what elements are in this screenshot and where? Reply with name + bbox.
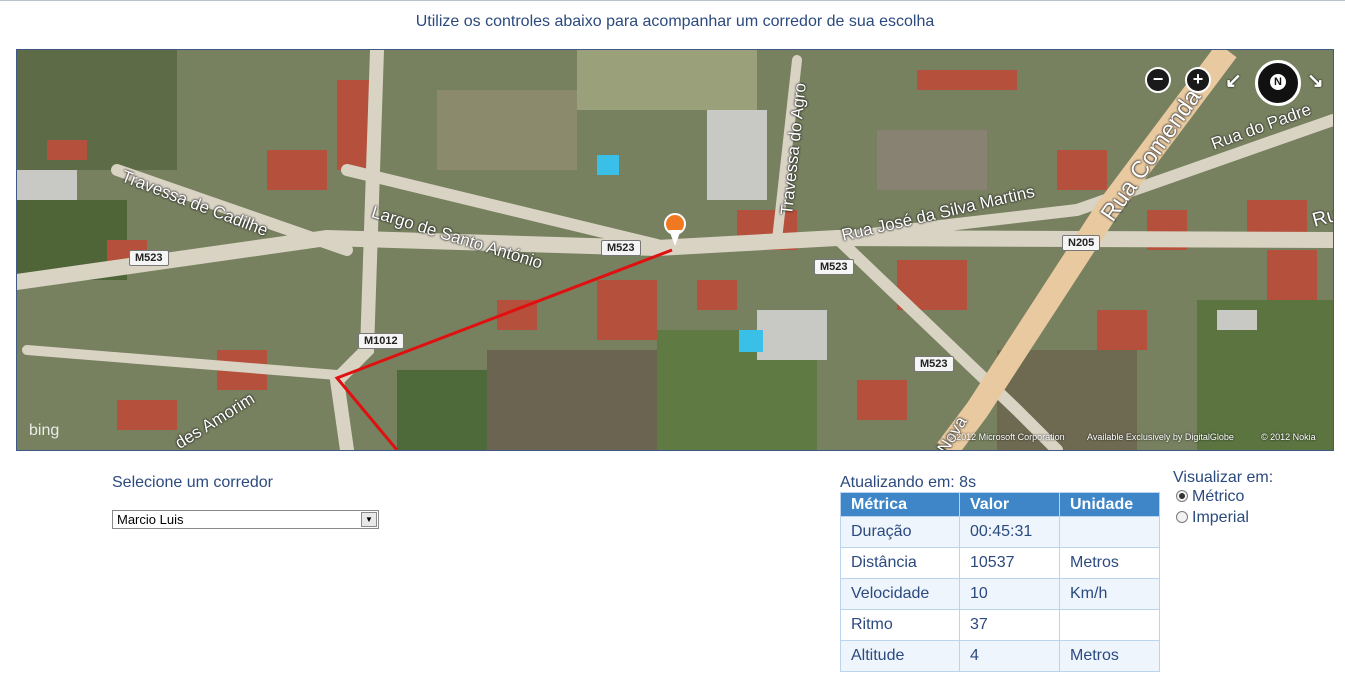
- units-option-imperial[interactable]: Imperial: [1176, 509, 1249, 527]
- units-option-label: Métrico: [1192, 488, 1245, 505]
- road-shield: M1012: [358, 333, 404, 349]
- rotate-right-icon[interactable]: ↘: [1307, 68, 1324, 93]
- view-units-label: Visualizar em:: [1173, 469, 1274, 486]
- metric-value: 10: [959, 578, 1060, 610]
- copyright-text: © 2012 Nokia: [1261, 432, 1316, 442]
- zoom-out-button[interactable]: −: [1145, 67, 1171, 93]
- metric-unit: [1059, 609, 1160, 641]
- metrics-header-row: Métrica Valor Unidade: [840, 492, 1160, 517]
- metric-unit: Km/h: [1059, 578, 1160, 610]
- metric-name: Distância: [840, 547, 960, 579]
- map-view[interactable]: Travessa de Cadilhe Largo de Santo Antón…: [16, 49, 1334, 451]
- road-shield: N205: [1062, 235, 1101, 251]
- radio-selected-icon[interactable]: [1176, 489, 1188, 502]
- table-row: Distância 10537 Metros: [840, 547, 1160, 579]
- metric-unit: Metros: [1059, 547, 1160, 579]
- road-shield: M523: [814, 259, 854, 275]
- top-border: [0, 0, 1345, 1]
- metric-name: Ritmo: [840, 609, 960, 641]
- metric-unit: Metros: [1059, 640, 1160, 672]
- update-countdown: Atualizando em: 8s: [840, 474, 977, 491]
- runner-select[interactable]: Marcio Luis ▼: [112, 510, 379, 529]
- table-row: Velocidade 10 Km/h: [840, 578, 1160, 610]
- copyright-text: Available Exclusively by DigitalGlobe: [1087, 432, 1234, 442]
- road-shield: M523: [914, 356, 954, 372]
- metric-unit: [1059, 516, 1160, 548]
- table-row: Ritmo 37: [840, 609, 1160, 641]
- table-row: Altitude 4 Metros: [840, 640, 1160, 672]
- radio-unselected-icon[interactable]: [1176, 510, 1188, 523]
- units-option-label: Imperial: [1192, 509, 1249, 526]
- units-option-metric[interactable]: Métrico: [1176, 488, 1244, 506]
- metric-name: Duração: [840, 516, 960, 548]
- compass-north-icon: N: [1270, 74, 1286, 90]
- road-shield: M523: [129, 250, 169, 266]
- metric-value: 10537: [959, 547, 1060, 579]
- metric-name: Altitude: [840, 640, 960, 672]
- metric-value: 00:45:31: [959, 516, 1060, 548]
- runner-select-label: Selecione um corredor: [112, 474, 273, 491]
- table-row: Duração 00:45:31: [840, 516, 1160, 548]
- zoom-in-button[interactable]: +: [1185, 67, 1211, 93]
- road-shield: M523: [601, 240, 641, 256]
- metrics-table: Métrica Valor Unidade Duração 00:45:31 D…: [840, 492, 1160, 672]
- dropdown-arrow-icon[interactable]: ▼: [361, 512, 377, 527]
- rotate-left-icon[interactable]: ↙: [1225, 68, 1242, 93]
- page-instructions: Utilize os controles abaixo para acompan…: [415, 13, 935, 30]
- column-header: Métrica: [840, 492, 960, 517]
- metric-value: 37: [959, 609, 1060, 641]
- copyright-text: © 2012 Microsoft Corporation: [947, 432, 1065, 442]
- metric-name: Velocidade: [840, 578, 960, 610]
- aerial-imagery: [17, 50, 1333, 450]
- bing-logo: bing: [29, 422, 60, 439]
- column-header: Valor: [959, 492, 1060, 517]
- compass-button[interactable]: N: [1255, 60, 1301, 106]
- runner-select-value: Marcio Luis: [117, 512, 184, 527]
- metric-value: 4: [959, 640, 1060, 672]
- column-header: Unidade: [1059, 492, 1160, 517]
